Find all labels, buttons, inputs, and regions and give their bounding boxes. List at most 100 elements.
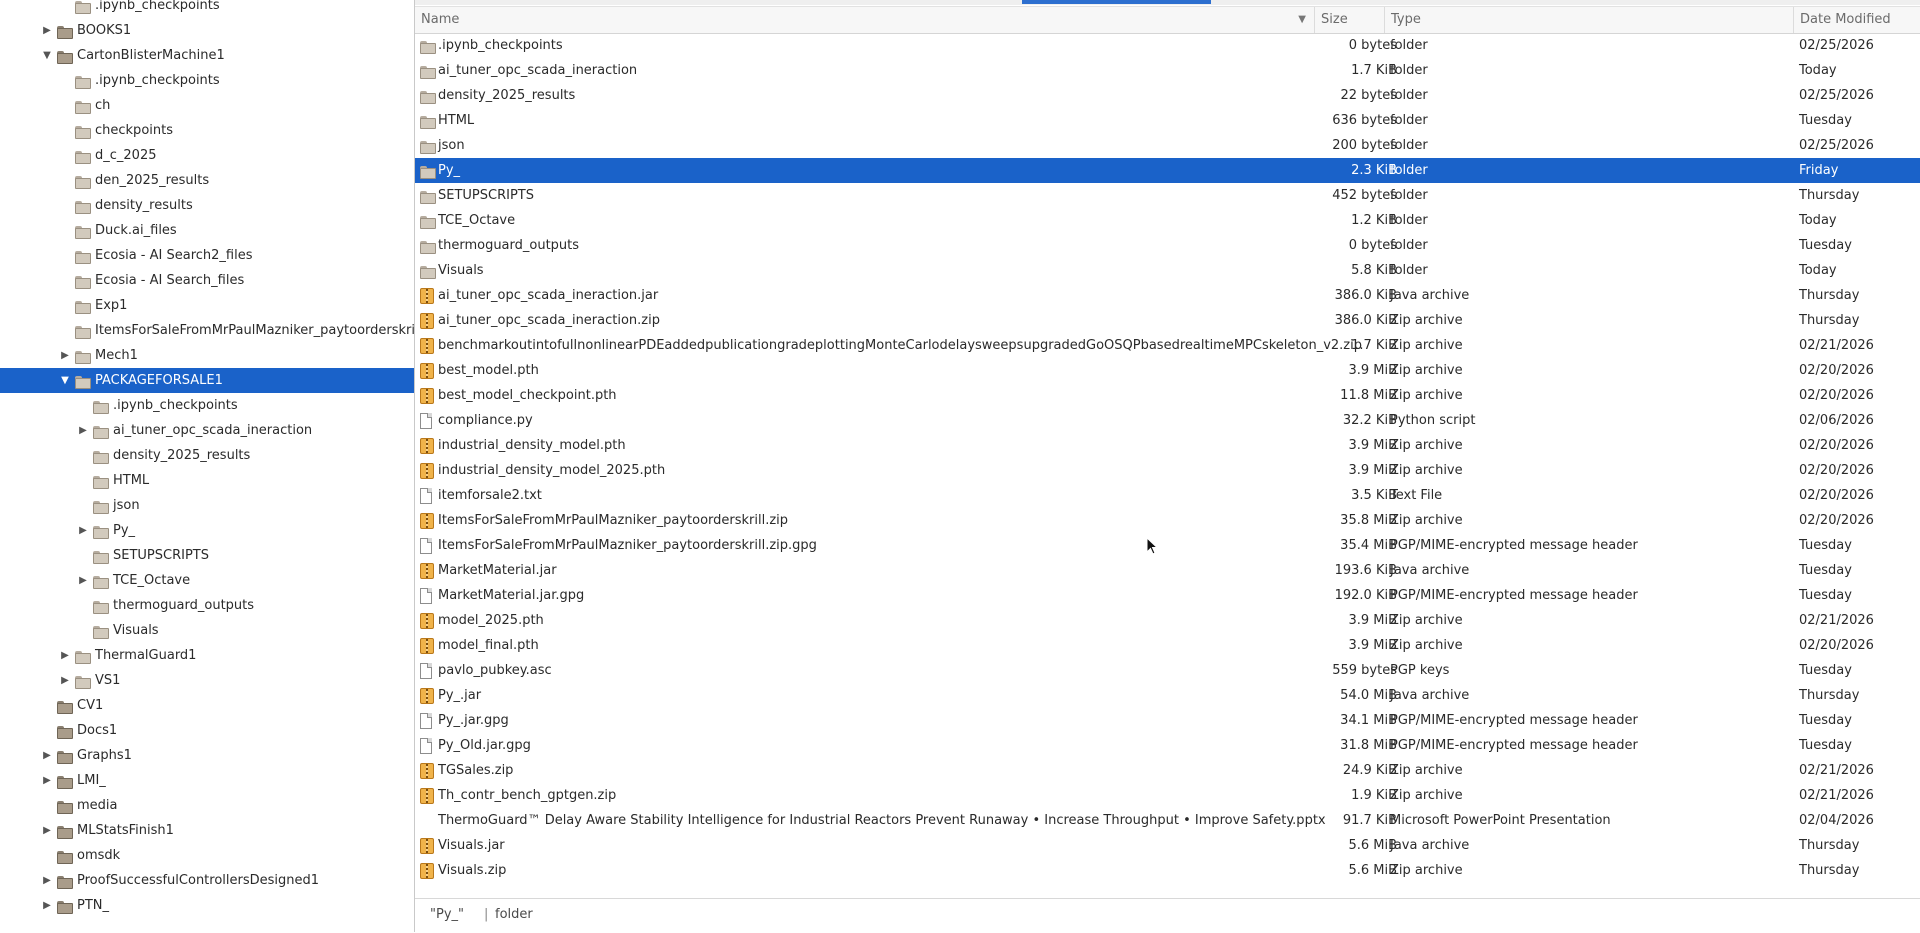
column-size-header[interactable]: Size [1315,7,1385,33]
tree-item[interactable]: thermoguard_outputs [0,593,414,618]
folder-tree[interactable]: .ipynb_checkpoints ▶ BOOKS1 ▼ CartonBlisterM… [0,0,415,932]
file-row[interactable]: ThermoGuard™ Delay Aware Stability Intel… [415,808,1920,833]
file-row[interactable]: MarketMaterial.jar.gpg 192.0 KiB PGP/MIME-… [415,583,1920,608]
file-size: 636 bytes [1332,113,1397,128]
expand-arrow-right-icon[interactable]: ▶ [40,768,54,793]
file-row[interactable]: best_model.pth 3.9 MiB Zip archive 02/20/20… [415,358,1920,383]
file-row[interactable]: thermoguard_outputs 0 bytes folder Tuesday [415,233,1920,258]
tree-item[interactable]: Exp1 [0,293,414,318]
tree-item[interactable]: Ecosia - AI Search_files [0,268,414,293]
tree-item[interactable]: ch [0,93,414,118]
file-row[interactable]: HTML 636 bytes folder Tuesday [415,108,1920,133]
tree-item[interactable]: d_c_2025 [0,143,414,168]
file-size: 3.9 MiB [1348,438,1397,453]
file-row[interactable]: ItemsForSaleFromMrPaulMazniker_paytoorde… [415,533,1920,558]
file-row[interactable]: Py_.jar.gpg 34.1 MiB PGP/MIME-encrypted me… [415,708,1920,733]
tree-item[interactable]: ▶ VS1 [0,668,414,693]
tree-item[interactable]: density_2025_results [0,443,414,468]
file-row[interactable]: model_final.pth 3.9 MiB Zip archive 02/20/2… [415,633,1920,658]
tree-item[interactable]: den_2025_results [0,168,414,193]
file-row[interactable]: Visuals.zip 5.6 MiB Zip archive Thursday [415,858,1920,883]
column-name-header[interactable]: Name ▼ [415,7,1315,33]
expand-arrow-right-icon[interactable]: ▶ [76,518,90,543]
file-row[interactable]: ai_tuner_opc_scada_ineraction 1.7 KiB fold… [415,58,1920,83]
file-row[interactable]: pavlo_pubkey.asc 559 bytes PGP keys Tuesday [415,658,1920,683]
file-row[interactable]: industrial_density_model.pth 3.9 MiB Zip a… [415,433,1920,458]
tree-item[interactable]: Visuals [0,618,414,643]
column-type-header[interactable]: Type [1385,7,1794,33]
tree-item-label: media [77,798,118,813]
file-row[interactable]: benchmarkoutintofullnonlinearPDEaddedpub… [415,333,1920,358]
expand-arrow-right-icon[interactable]: ▶ [58,668,72,693]
file-size: 1.9 KiB [1351,788,1397,803]
file-row[interactable]: ai_tuner_opc_scada_ineraction.zip 386.0 K… [415,308,1920,333]
expand-arrow-right-icon[interactable]: ▶ [40,818,54,843]
tree-item[interactable]: ▼ PACKAGEFORSALE1 [0,368,414,393]
tree-item[interactable]: ▶ TCE_Octave [0,568,414,593]
file-row[interactable]: ItemsForSaleFromMrPaulMazniker_paytoorde… [415,508,1920,533]
file-row[interactable]: TGSales.zip 24.9 KiB Zip archive 02/21/2026 [415,758,1920,783]
expand-arrow-right-icon[interactable]: ▶ [40,893,54,918]
tree-item[interactable]: ▼ CartonBlisterMachine1 [0,43,414,68]
tree-item[interactable]: CV1 [0,693,414,718]
tree-item[interactable]: ▶ Mech1 [0,343,414,368]
file-row[interactable]: industrial_density_model_2025.pth 3.9 MiB… [415,458,1920,483]
file-row[interactable]: json 200 bytes folder 02/25/2026 [415,133,1920,158]
tree-item[interactable]: checkpoints [0,118,414,143]
file-row[interactable]: SETUPSCRIPTS 452 bytes folder Thursday [415,183,1920,208]
tree-item[interactable]: json [0,493,414,518]
tree-item[interactable]: HTML [0,468,414,493]
tree-item[interactable]: .ipynb_checkpoints [0,0,414,18]
tree-item[interactable]: ▶ PTN_ [0,893,414,918]
file-row[interactable]: density_2025_results 22 bytes folder 02/25/… [415,83,1920,108]
file-row[interactable]: best_model_checkpoint.pth 11.8 MiB Zip arc… [415,383,1920,408]
tree-item[interactable]: media [0,793,414,818]
file-row[interactable]: Py_Old.jar.gpg 31.8 MiB PGP/MIME-encrypted… [415,733,1920,758]
file-row[interactable]: ai_tuner_opc_scada_ineraction.jar 386.0 K… [415,283,1920,308]
file-row[interactable]: .ipynb_checkpoints 0 bytes folder 02/25/202… [415,33,1920,58]
tree-item[interactable]: ▶ BOOKS1 [0,18,414,43]
file-row[interactable]: model_2025.pth 3.9 MiB Zip archive 02/21/20… [415,608,1920,633]
expand-arrow-right-icon[interactable]: ▶ [76,568,90,593]
tree-item[interactable]: ▶ Py_ [0,518,414,543]
file-name: Visuals.zip [438,863,507,878]
file-row[interactable]: compliance.py 32.2 KiB Python script 02/06/… [415,408,1920,433]
expand-arrow-right-icon[interactable]: ▶ [40,18,54,43]
file-list-pane[interactable]: Name ▼ Size Type Date Modified .ipynb_ch… [415,0,1920,932]
file-row[interactable]: Py_ 2.3 KiB folder Friday [415,158,1920,183]
tree-item[interactable]: .ipynb_checkpoints [0,393,414,418]
tree-item[interactable]: ▶ Graphs1 [0,743,414,768]
tree-item[interactable]: Docs1 [0,718,414,743]
tree-item[interactable]: ItemsForSaleFromMrPaulMazniker_paytoorde… [0,318,414,343]
expand-arrow-right-icon[interactable]: ▶ [76,418,90,443]
file-row[interactable]: MarketMaterial.jar 193.6 KiB Java archive T… [415,558,1920,583]
tree-item[interactable]: density_results [0,193,414,218]
expand-arrow-right-icon[interactable]: ▶ [40,868,54,893]
tree-item[interactable]: ▶ ThermalGuard1 [0,643,414,668]
tree-item[interactable]: ▶ ProofSuccessfulControllersDesigned1 [0,868,414,893]
expand-arrow-down-icon[interactable]: ▼ [40,43,54,68]
folder-icon [57,873,73,889]
tree-item[interactable]: SETUPSCRIPTS [0,543,414,568]
file-row[interactable]: Visuals.jar 5.6 MiB Java archive Thursday [415,833,1920,858]
column-date-header[interactable]: Date Modified [1794,7,1920,33]
expand-arrow-right-icon[interactable]: ▶ [58,343,72,368]
expand-arrow-down-icon[interactable]: ▼ [58,368,72,393]
file-date: Tuesday [1799,238,1852,253]
tree-item[interactable]: ▶ MLStatsFinish1 [0,818,414,843]
tree-item[interactable]: Ecosia - AI Search2_files [0,243,414,268]
expand-arrow-right-icon[interactable]: ▶ [58,643,72,668]
tree-item[interactable]: ▶ ai_tuner_opc_scada_ineraction [0,418,414,443]
tree-item[interactable]: omsdk [0,843,414,868]
tree-item[interactable]: ▶ LMI_ [0,768,414,793]
expand-arrow-right-icon[interactable]: ▶ [40,743,54,768]
tree-item[interactable]: .ipynb_checkpoints [0,68,414,93]
horizontal-scrollbar[interactable] [415,0,1920,5]
file-row[interactable]: Py_.jar 54.0 MiB Java archive Thursday [415,683,1920,708]
file-row[interactable]: Visuals 5.8 KiB folder Today [415,258,1920,283]
file-row[interactable]: TCE_Octave 1.2 KiB folder Today [415,208,1920,233]
scrollbar-thumb[interactable] [1022,0,1211,4]
file-row[interactable]: itemforsale2.txt 3.5 KiB Text File 02/20/20… [415,483,1920,508]
tree-item[interactable]: Duck.ai_files [0,218,414,243]
file-row[interactable]: Th_contr_bench_gptgen.zip 1.9 KiB Zip arch… [415,783,1920,808]
